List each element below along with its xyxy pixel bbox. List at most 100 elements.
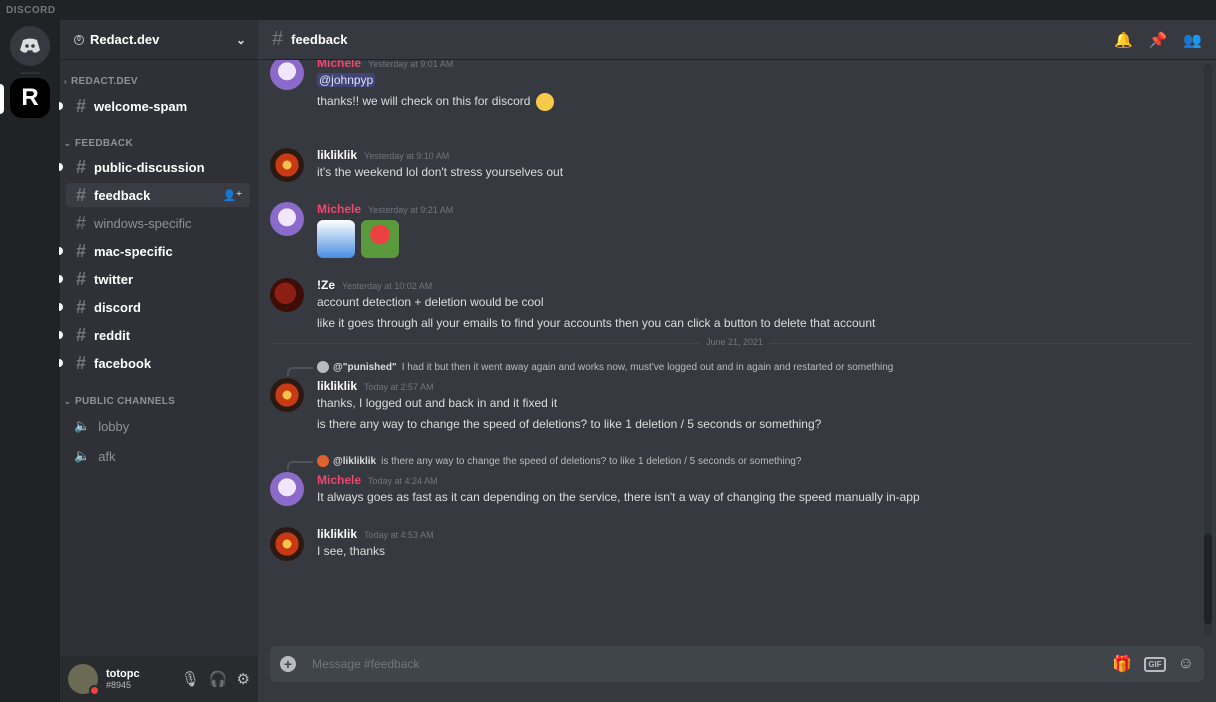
sticker-image[interactable] xyxy=(317,220,355,258)
channel-twitter[interactable]: # twitter xyxy=(59,267,250,291)
avatar[interactable] xyxy=(270,60,304,90)
message-author[interactable]: likliklik xyxy=(317,148,357,162)
username: totopc xyxy=(106,668,140,680)
user-panel: totopc #8945 🎙 🎧 ⚙ xyxy=(60,656,258,702)
channel-facebook[interactable]: # facebook xyxy=(59,351,250,375)
app-title: DISCORD xyxy=(0,0,1216,20)
channel-label: reddit xyxy=(94,327,131,343)
emoji-picker-icon[interactable]: ☺ xyxy=(1178,655,1194,673)
avatar[interactable] xyxy=(68,664,100,696)
invite-icon[interactable]: 👤⁺ xyxy=(222,189,242,202)
discord-home-button[interactable] xyxy=(10,26,50,66)
gif-icon[interactable]: GIF xyxy=(1144,656,1166,672)
message-text: thanks, I logged out and back in and it … xyxy=(317,396,558,410)
channel-feedback[interactable]: # feedback 👤⁺ xyxy=(66,183,250,207)
reply-preview[interactable]: @likliklik is there any way to change the… xyxy=(317,455,801,467)
message-author[interactable]: likliklik xyxy=(317,527,357,541)
microphone-icon[interactable]: 🎙 xyxy=(181,670,200,688)
scrollbar[interactable] xyxy=(1204,64,1212,634)
gear-icon[interactable]: ⚙ xyxy=(237,670,250,688)
message-text: is there any way to change the speed of … xyxy=(317,417,822,431)
plus-icon[interactable]: + xyxy=(280,656,296,672)
channel-label: windows-specific xyxy=(94,215,192,231)
server-header[interactable]: 0 Redact.dev ⌄ xyxy=(60,20,258,60)
server-list: R xyxy=(0,20,60,702)
avatar[interactable] xyxy=(270,202,304,236)
avatar[interactable] xyxy=(270,378,304,412)
channel-sidebar: 0 Redact.dev ⌄ › REDACT.DEV # welcome-spam… xyxy=(59,20,258,702)
hash-icon: # xyxy=(75,324,86,345)
chevron-right-icon: › xyxy=(64,77,67,86)
category-feedback[interactable]: ⌄ FEEDBACK xyxy=(64,138,133,149)
timestamp: Yesterday at 9:21 AM xyxy=(368,205,454,215)
unread-indicator xyxy=(59,331,63,339)
avatar[interactable] xyxy=(270,278,304,312)
hash-icon: # xyxy=(75,156,86,177)
hash-icon: # xyxy=(272,28,284,50)
message-text: It always goes as fast as it can dependi… xyxy=(317,490,920,504)
avatar[interactable] xyxy=(270,148,304,182)
reply-connector xyxy=(287,461,313,470)
user-tag: #8945 xyxy=(106,680,132,690)
bell-icon[interactable]: 🔔 xyxy=(1114,31,1133,49)
hash-icon: # xyxy=(75,184,86,205)
channel-mac-specific[interactable]: # mac-specific xyxy=(59,239,250,263)
channel-label: feedback xyxy=(94,187,151,203)
avatar[interactable] xyxy=(270,472,304,506)
channel-welcome-spam[interactable]: # welcome-spam xyxy=(59,94,250,118)
timestamp: Today at 2:57 AM xyxy=(364,382,434,392)
channel-discord[interactable]: # discord xyxy=(59,295,250,319)
guild-redact[interactable]: R xyxy=(10,78,50,118)
message-text: account detection + deletion would be co… xyxy=(317,295,544,309)
avatar[interactable] xyxy=(270,527,304,561)
channel-public-discussion[interactable]: # public-discussion xyxy=(59,155,250,179)
message-author[interactable]: Michele xyxy=(317,202,361,216)
hash-icon: # xyxy=(75,95,86,116)
channel-label: public-discussion xyxy=(94,159,205,175)
unread-indicator xyxy=(59,247,63,255)
speaker-icon: 🔈 xyxy=(74,448,91,463)
message-author[interactable]: likliklik xyxy=(317,379,357,393)
voice-channel-lobby[interactable]: 🔈 lobby xyxy=(66,414,250,438)
message-author[interactable]: !Ze xyxy=(317,278,335,292)
unread-indicator xyxy=(59,163,63,171)
category-public-channels[interactable]: ⌄ PUBLIC CHANNELS xyxy=(64,396,175,407)
message-author[interactable]: Michele xyxy=(317,473,361,487)
message-author[interactable]: Michele xyxy=(317,60,361,70)
channel-label: welcome-spam xyxy=(94,98,188,114)
timestamp: Yesterday at 9:01 AM xyxy=(368,60,454,69)
reply-text: is there any way to change the speed of … xyxy=(381,455,802,467)
members-icon[interactable]: 👥 xyxy=(1183,31,1202,49)
reply-connector xyxy=(287,367,313,376)
headphones-icon[interactable]: 🎧 xyxy=(209,670,228,688)
pin-icon[interactable]: 📌 xyxy=(1149,31,1168,49)
gift-icon[interactable]: 🎁 xyxy=(1112,654,1132,674)
reply-author: @likliklik xyxy=(333,455,377,467)
date-divider: June 21, 2021 xyxy=(272,337,1192,347)
channel-reddit[interactable]: # reddit xyxy=(59,323,250,347)
reply-preview[interactable]: @"punished" I had it but then it went awa… xyxy=(317,361,893,373)
unread-indicator xyxy=(59,303,63,311)
channel-windows-specific[interactable]: # windows-specific xyxy=(66,211,250,235)
message-input[interactable] xyxy=(312,657,1101,671)
sticker-image[interactable] xyxy=(361,220,399,258)
hash-icon: # xyxy=(75,240,86,261)
category-redact[interactable]: › REDACT.DEV xyxy=(64,76,138,87)
scrollbar-thumb[interactable] xyxy=(1204,534,1212,624)
avatar xyxy=(317,455,329,467)
timestamp: Today at 4:53 AM xyxy=(364,530,434,540)
avatar xyxy=(317,361,329,373)
voice-channel-afk[interactable]: 🔈 afk xyxy=(66,444,250,468)
chevron-down-icon: ⌄ xyxy=(64,139,72,148)
hash-icon: # xyxy=(75,296,86,317)
channel-label: twitter xyxy=(94,271,133,287)
message-text: it's the weekend lol don't stress yourse… xyxy=(317,165,564,179)
message-list: Michele Yesterday at 9:01 AM @johnpyp tha… xyxy=(258,60,1198,645)
date-divider-label: June 21, 2021 xyxy=(700,337,770,347)
user-mention[interactable]: @johnpyp xyxy=(317,73,376,87)
server-name: Redact.dev xyxy=(90,32,160,47)
channel-label: discord xyxy=(94,299,141,315)
hash-icon: # xyxy=(75,352,86,373)
timestamp: Today at 4:24 AM xyxy=(368,476,438,486)
emoji-icon xyxy=(535,92,554,111)
